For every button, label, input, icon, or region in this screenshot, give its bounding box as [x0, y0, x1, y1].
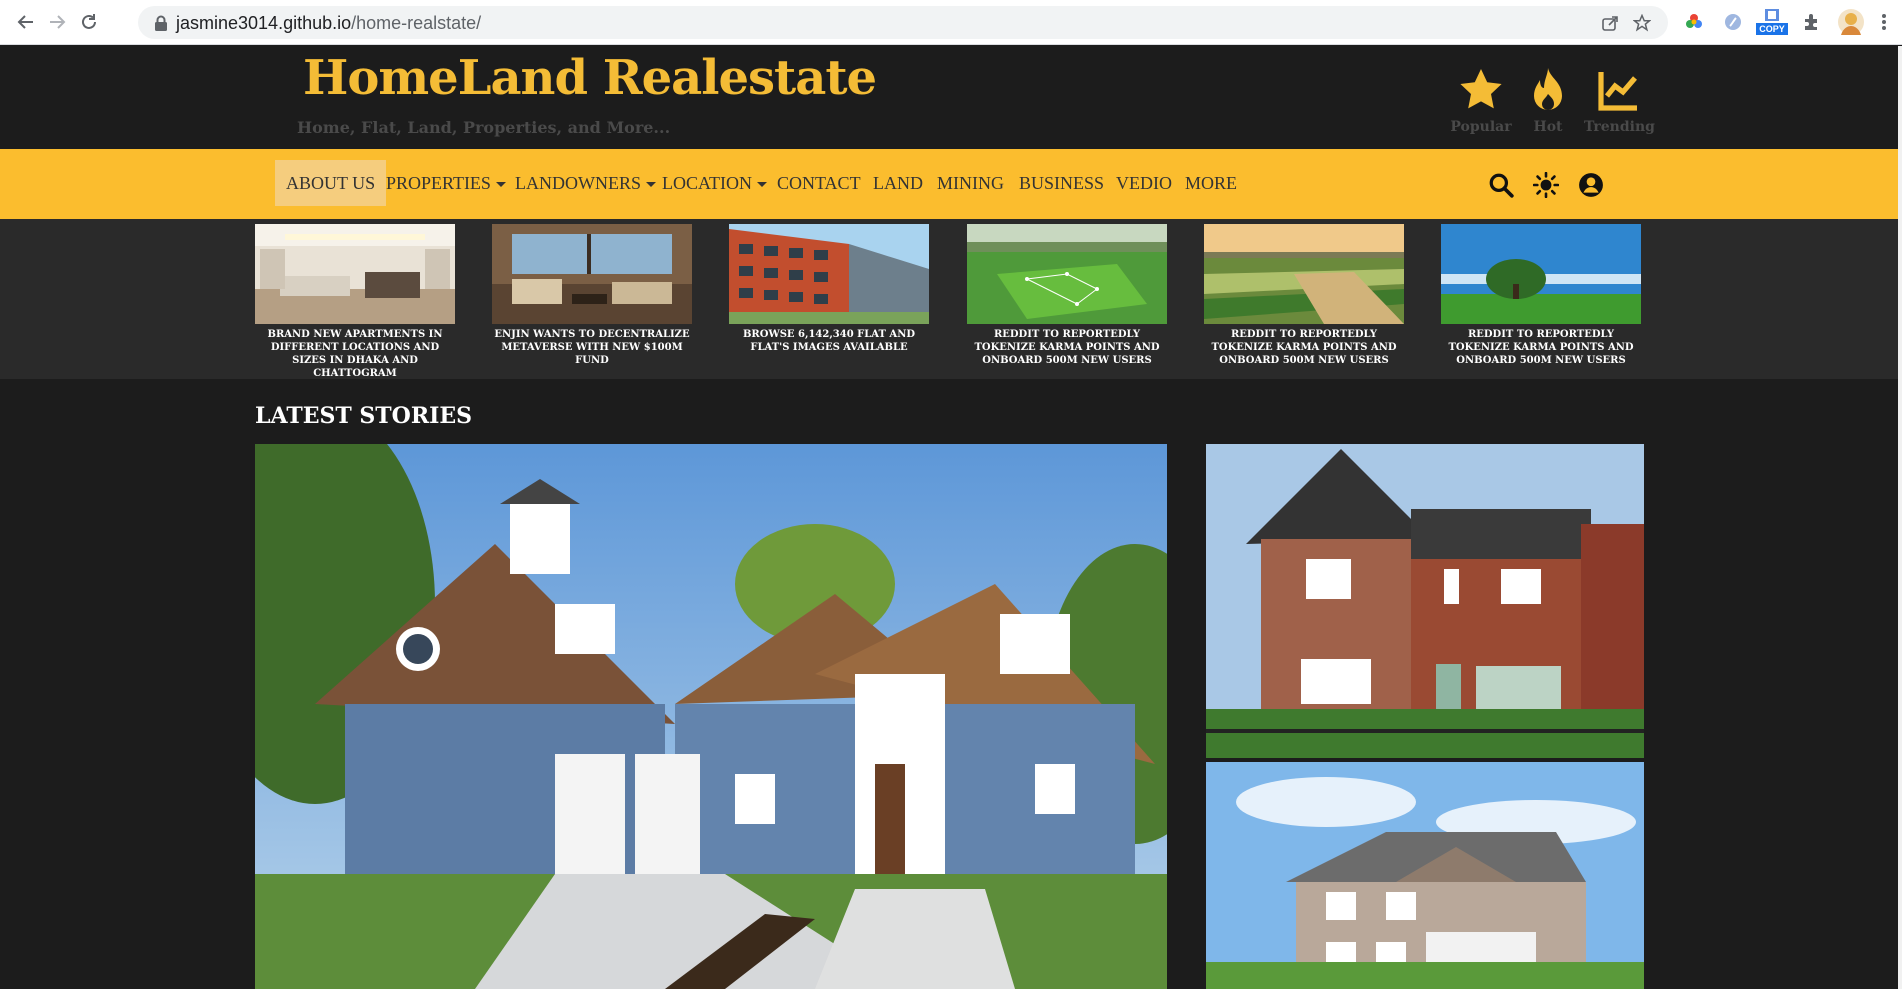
address-bar[interactable]: jasmine3014.github.io/home-realstate/: [138, 6, 1668, 39]
nav-label: PROPERTIES: [386, 173, 491, 193]
trending-link[interactable]: Trending: [1584, 66, 1655, 135]
flame-icon: [1528, 68, 1568, 118]
url-text: jasmine3014.github.io/home-realstate/: [176, 13, 481, 34]
featured-card[interactable]: ENJIN WANTS TO DECENTRALIZE METAVERSE WI…: [492, 224, 692, 367]
trending-label: Trending: [1584, 119, 1655, 135]
nav-label: MORE: [1185, 173, 1238, 193]
popular-label: Popular: [1450, 119, 1512, 135]
main-story-image[interactable]: [255, 444, 1167, 989]
nav-contact[interactable]: CONTACT: [766, 160, 872, 206]
main-navbar: ABOUT US PROPERTIES LANDOWNERS LOCATION …: [0, 149, 1898, 219]
nav-label: BUSINESS: [1019, 173, 1105, 193]
nav-more[interactable]: MORE: [1174, 160, 1248, 206]
profile-avatar[interactable]: [1838, 9, 1864, 35]
back-arrow-icon[interactable]: [13, 9, 39, 35]
copy-badge: COPY: [1756, 23, 1788, 35]
card-caption: REDDIT TO REPORTEDLY TOKENIZE KARMA POIN…: [974, 329, 1160, 366]
nav-business[interactable]: BUSINESS: [1008, 160, 1115, 206]
featured-card[interactable]: BRAND NEW APARTMENTS IN DIFFERENT LOCATI…: [255, 224, 455, 380]
tree-field-thumbnail: [1441, 224, 1641, 324]
nav-label: VEDIO: [1116, 173, 1172, 193]
hot-label: Hot: [1533, 119, 1563, 135]
nav-land[interactable]: LAND: [862, 160, 934, 206]
search-icon[interactable]: [1488, 172, 1514, 198]
featured-strip: BRAND NEW APARTMENTS IN DIFFERENT LOCATI…: [0, 219, 1898, 379]
farmland-thumbnail: [1204, 224, 1404, 324]
nav-label: LANDOWNERS: [515, 173, 641, 193]
living-room-thumbnail: [492, 224, 692, 324]
nav-mining[interactable]: MINING: [926, 160, 1015, 206]
forward-arrow-icon[interactable]: [44, 9, 70, 35]
side-story-image[interactable]: [1206, 444, 1644, 758]
lock-icon[interactable]: [151, 13, 171, 33]
apartment-building-thumbnail: [729, 224, 929, 324]
trending-chart-icon: [1595, 72, 1643, 118]
share-icon[interactable]: [1600, 13, 1620, 33]
url-path: /home-realstate/: [351, 13, 482, 33]
green-land-thumbnail: [967, 224, 1167, 324]
nav-label: LOCATION: [662, 173, 752, 193]
card-caption: REDDIT TO REPORTEDLY TOKENIZE KARMA POIN…: [1211, 329, 1397, 366]
featured-card[interactable]: REDDIT TO REPORTEDLY TOKENIZE KARMA POIN…: [1441, 224, 1641, 367]
featured-card[interactable]: REDDIT TO REPORTEDLY TOKENIZE KARMA POIN…: [1204, 224, 1404, 367]
puzzle-extensions-icon[interactable]: [1800, 10, 1824, 34]
color-picker-extension-icon[interactable]: [1682, 10, 1706, 34]
copy-extension-icon[interactable]: COPY: [1756, 6, 1788, 38]
featured-card[interactable]: BROWSE 6,142,340 FLAT AND FLAT'S IMAGES …: [729, 224, 929, 354]
nav-vedio[interactable]: VEDIO: [1105, 160, 1183, 206]
nav-label: CONTACT: [777, 173, 861, 193]
reload-icon[interactable]: [76, 9, 102, 35]
scrollbar[interactable]: [1898, 46, 1902, 989]
featured-card[interactable]: REDDIT TO REPORTEDLY TOKENIZE KARMA POIN…: [967, 224, 1167, 367]
nav-location[interactable]: LOCATION: [651, 160, 778, 206]
user-circle-icon[interactable]: [1578, 172, 1604, 198]
nav-label: MINING: [937, 173, 1004, 193]
apartment-interior-thumbnail: [255, 224, 455, 324]
bookmark-star-icon[interactable]: [1632, 13, 1652, 33]
nav-label: ABOUT US: [286, 173, 376, 193]
latest-stories-title: LATEST STORIES: [255, 403, 473, 429]
hot-link[interactable]: Hot: [1513, 66, 1583, 135]
nav-landowners[interactable]: LANDOWNERS: [504, 160, 667, 206]
menu-kebab-icon[interactable]: [1874, 10, 1894, 34]
nav-properties[interactable]: PROPERTIES: [375, 160, 517, 206]
star-icon: [1456, 69, 1506, 118]
nav-label: LAND: [873, 173, 923, 193]
card-caption: BRAND NEW APARTMENTS IN DIFFERENT LOCATI…: [267, 329, 443, 379]
brightness-icon[interactable]: [1533, 172, 1559, 198]
card-caption: ENJIN WANTS TO DECENTRALIZE METAVERSE WI…: [494, 329, 690, 366]
nav-about-us[interactable]: ABOUT US: [275, 160, 387, 206]
card-caption: REDDIT TO REPORTEDLY TOKENIZE KARMA POIN…: [1448, 329, 1634, 366]
site-header: HomeLand Realestate Home, Flat, Land, Pr…: [0, 46, 1898, 149]
card-caption: BROWSE 6,142,340 FLAT AND FLAT'S IMAGES …: [742, 329, 916, 353]
website: HomeLand Realestate Home, Flat, Land, Pr…: [0, 46, 1898, 989]
popular-link[interactable]: Popular: [1446, 66, 1516, 135]
brand-logo[interactable]: HomeLand Realestate: [303, 50, 877, 106]
side-story-image[interactable]: [1206, 762, 1644, 989]
browser-toolbar: jasmine3014.github.io/home-realstate/ CO…: [0, 0, 1902, 45]
url-host: jasmine3014.github.io: [176, 13, 352, 33]
tagline: Home, Flat, Land, Properties, and More..…: [297, 118, 671, 137]
sync-extension-icon[interactable]: [1721, 10, 1745, 34]
